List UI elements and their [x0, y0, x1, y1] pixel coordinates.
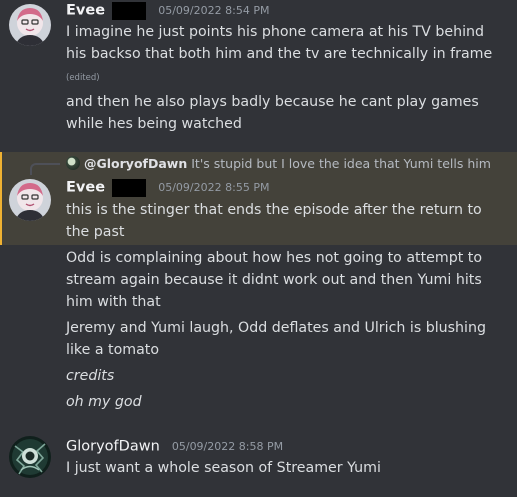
- edited-label: (edited): [66, 73, 100, 83]
- message-text: this is the stinger that ends the episod…: [66, 202, 482, 240]
- reply-username[interactable]: @GloryofDawn: [84, 156, 187, 171]
- mention-highlight-bar: [0, 152, 2, 245]
- reply-text[interactable]: It's stupid but I love the idea that Yum…: [191, 156, 491, 171]
- message-text: Jeremy and Yumi laugh, Odd deflates and …: [66, 320, 486, 358]
- avatar[interactable]: [9, 179, 51, 221]
- username[interactable]: Evee: [66, 3, 105, 19]
- redaction-block: [112, 178, 147, 197]
- reply-spine: [30, 163, 60, 175]
- message-text: I just want a whole season of Streamer Y…: [66, 460, 381, 476]
- message-text: credits: [66, 368, 115, 384]
- message-content: I imagine he just points his phone camer…: [66, 21, 506, 89]
- message-text: I imagine he just points his phone camer…: [66, 24, 493, 62]
- username[interactable]: Evee: [66, 180, 105, 196]
- reply-avatar: [66, 156, 80, 170]
- avatar[interactable]: [9, 436, 51, 478]
- username[interactable]: GloryofDawn: [66, 439, 160, 455]
- message-text: oh my god: [66, 394, 142, 410]
- timestamp[interactable]: 05/09/2022 8:55 PM: [158, 181, 269, 194]
- message-text: and then he also plays badly because he …: [66, 94, 479, 132]
- timestamp[interactable]: 05/09/2022 8:54 PM: [158, 4, 269, 17]
- message-text: Odd is complaining about how hes not goi…: [66, 250, 483, 310]
- avatar[interactable]: [9, 4, 51, 46]
- reply-preview[interactable]: @GloryofDawn It's stupid but I love the i…: [66, 155, 514, 173]
- timestamp[interactable]: 05/09/2022 8:58 PM: [172, 440, 283, 453]
- redaction-block: [112, 1, 147, 20]
